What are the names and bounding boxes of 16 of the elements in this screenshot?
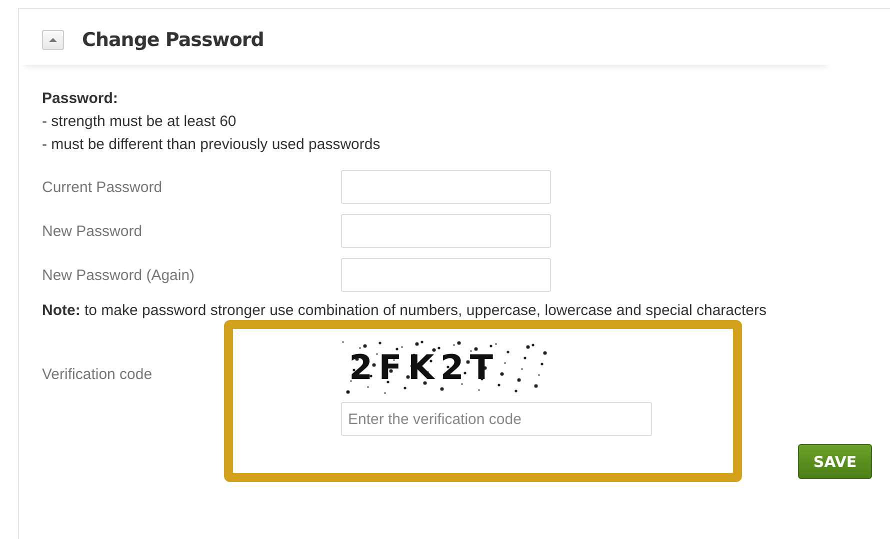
field-label: New Password <box>42 222 144 240</box>
rules-heading: Password: <box>42 89 119 109</box>
save-button[interactable]: SAVE <box>798 444 872 479</box>
caret-icon <box>49 37 57 43</box>
field-label: Verification code <box>42 365 154 385</box>
field-label: Current Password <box>42 178 164 196</box>
password-field[interactable] <box>341 170 551 204</box>
field-label: New Password (Again) <box>42 266 196 284</box>
password-field[interactable] <box>341 214 551 248</box>
password-field[interactable] <box>341 258 551 292</box>
panel-title: Change Password <box>82 29 264 51</box>
verification-field[interactable]: Enter the verification code <box>341 402 652 436</box>
rule-text: - strength must be at least 60 <box>42 112 238 132</box>
collapse-button[interactable] <box>42 30 64 50</box>
rule-text: - must be different than previously used passwords <box>42 135 382 155</box>
note-text: Note: to make password stronger use combination of numbers, uppercase, lowercase and special characters <box>42 302 768 319</box>
